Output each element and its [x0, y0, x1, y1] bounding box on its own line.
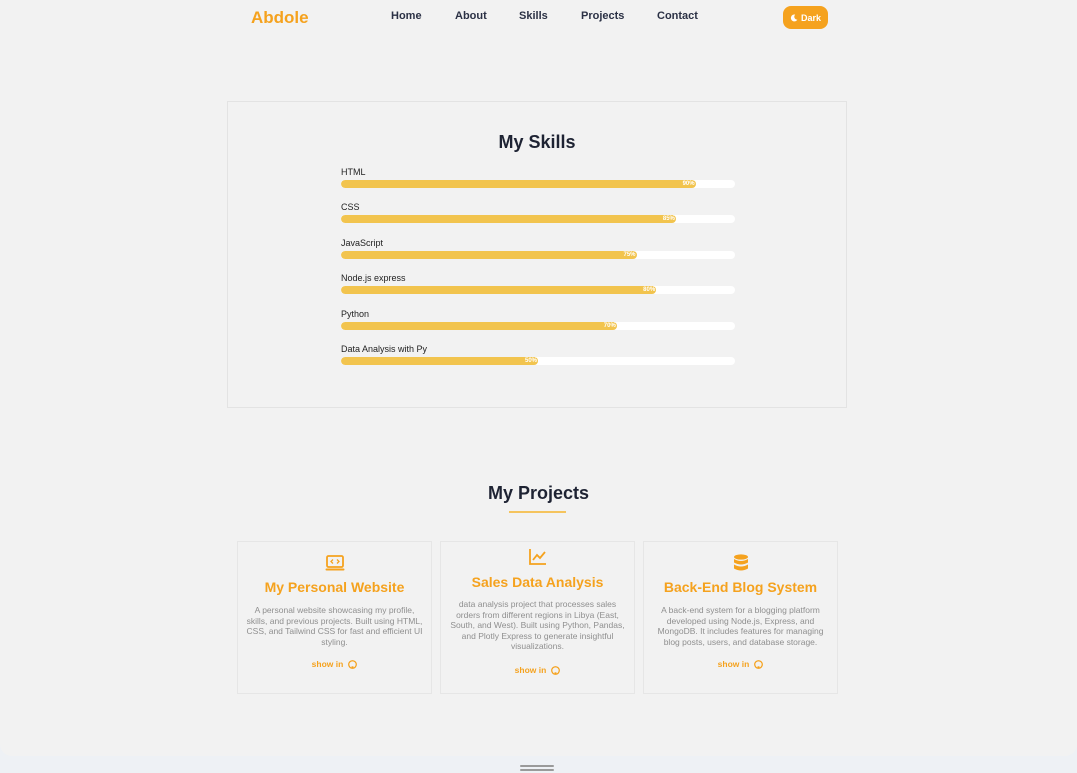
- chart-line-icon: [441, 547, 634, 567]
- skill-bar-track: 70%: [341, 322, 735, 330]
- nav-skills[interactable]: Skills: [519, 10, 548, 22]
- project-card-blog-system: Back-End Blog System A back-end system f…: [643, 541, 838, 694]
- skill-bar-track: 80%: [341, 286, 735, 294]
- skill-data-analysis: Data Analysis with Py 50%: [341, 344, 735, 365]
- project-title: Back-End Blog System: [663, 579, 818, 595]
- skills-section: My Skills HTML 90% CSS 85% JavaScript 75…: [227, 101, 847, 408]
- skill-name: CSS: [341, 202, 360, 212]
- skill-name: Node.js express: [341, 273, 406, 283]
- project-link[interactable]: show in: [644, 659, 837, 669]
- skill-bar-track: 85%: [341, 215, 735, 223]
- skill-bar-fill: 50%: [341, 357, 538, 365]
- skills-title: My Skills: [498, 132, 576, 152]
- nav-contact[interactable]: Contact: [657, 10, 698, 22]
- skill-bar-fill: 75%: [341, 251, 637, 259]
- skill-name: HTML: [341, 167, 366, 177]
- skill-nodejs: Node.js express 80%: [341, 273, 735, 294]
- project-title: My Personal Website: [264, 579, 405, 595]
- skill-percent: 70%: [603, 323, 616, 329]
- page: Abdole Home About Skills Projects Contac…: [0, 0, 1077, 756]
- project-description: data analysis project that processes sal…: [450, 599, 625, 652]
- project-link[interactable]: show in: [238, 659, 431, 669]
- nav-about[interactable]: About: [455, 10, 487, 22]
- skill-percent: 90%: [682, 181, 695, 187]
- skill-name: Python: [341, 309, 370, 319]
- skill-percent: 50%: [524, 358, 537, 364]
- database-icon: [644, 553, 837, 573]
- theme-toggle-label: Dark: [800, 12, 821, 23]
- project-link-label: show in: [514, 665, 547, 675]
- project-description: A personal website showcasing my profile…: [246, 605, 423, 647]
- project-card-personal-website: My Personal Website A personal website s…: [237, 541, 432, 694]
- project-link-label: show in: [717, 659, 750, 669]
- project-link[interactable]: show in: [441, 665, 634, 675]
- skill-html: HTML 90%: [341, 167, 735, 188]
- nav-projects[interactable]: Projects: [581, 10, 624, 22]
- skill-percent: 85%: [662, 216, 675, 222]
- skill-python: Python 70%: [341, 309, 735, 330]
- laptop-code-icon: [238, 553, 431, 573]
- skill-javascript: JavaScript 75%: [341, 238, 735, 259]
- skill-bar-fill: 90%: [341, 180, 696, 188]
- project-link-label: show in: [311, 659, 344, 669]
- skill-bar-track: 90%: [341, 180, 735, 188]
- skill-percent: 80%: [643, 287, 656, 293]
- project-description: A back-end system for a blogging platfor…: [657, 605, 824, 647]
- drag-handle[interactable]: [520, 765, 554, 771]
- skill-name: Data Analysis with Py: [341, 344, 428, 354]
- github-icon: [348, 659, 358, 669]
- projects-title: My Projects: [487, 483, 590, 503]
- nav-home[interactable]: Home: [391, 10, 422, 22]
- skill-bar-track: 75%: [341, 251, 735, 259]
- project-title: Sales Data Analysis: [471, 574, 604, 590]
- skill-name: JavaScript: [341, 238, 384, 248]
- skill-percent: 75%: [623, 252, 636, 258]
- theme-toggle-button[interactable]: Dark: [783, 6, 828, 29]
- skill-css: CSS 85%: [341, 202, 735, 223]
- skill-bar-fill: 70%: [341, 322, 617, 330]
- github-icon: [551, 665, 561, 675]
- title-underline: [509, 511, 566, 513]
- skill-bar-fill: 80%: [341, 286, 657, 294]
- project-card-sales-analysis: Sales Data Analysis data analysis projec…: [440, 541, 635, 694]
- github-icon: [754, 659, 764, 669]
- main-nav: Home About Skills Projects Contact: [0, 10, 1077, 26]
- skill-bar-fill: 85%: [341, 215, 676, 223]
- skill-bar-track: 50%: [341, 357, 735, 365]
- moon-icon: [790, 14, 798, 21]
